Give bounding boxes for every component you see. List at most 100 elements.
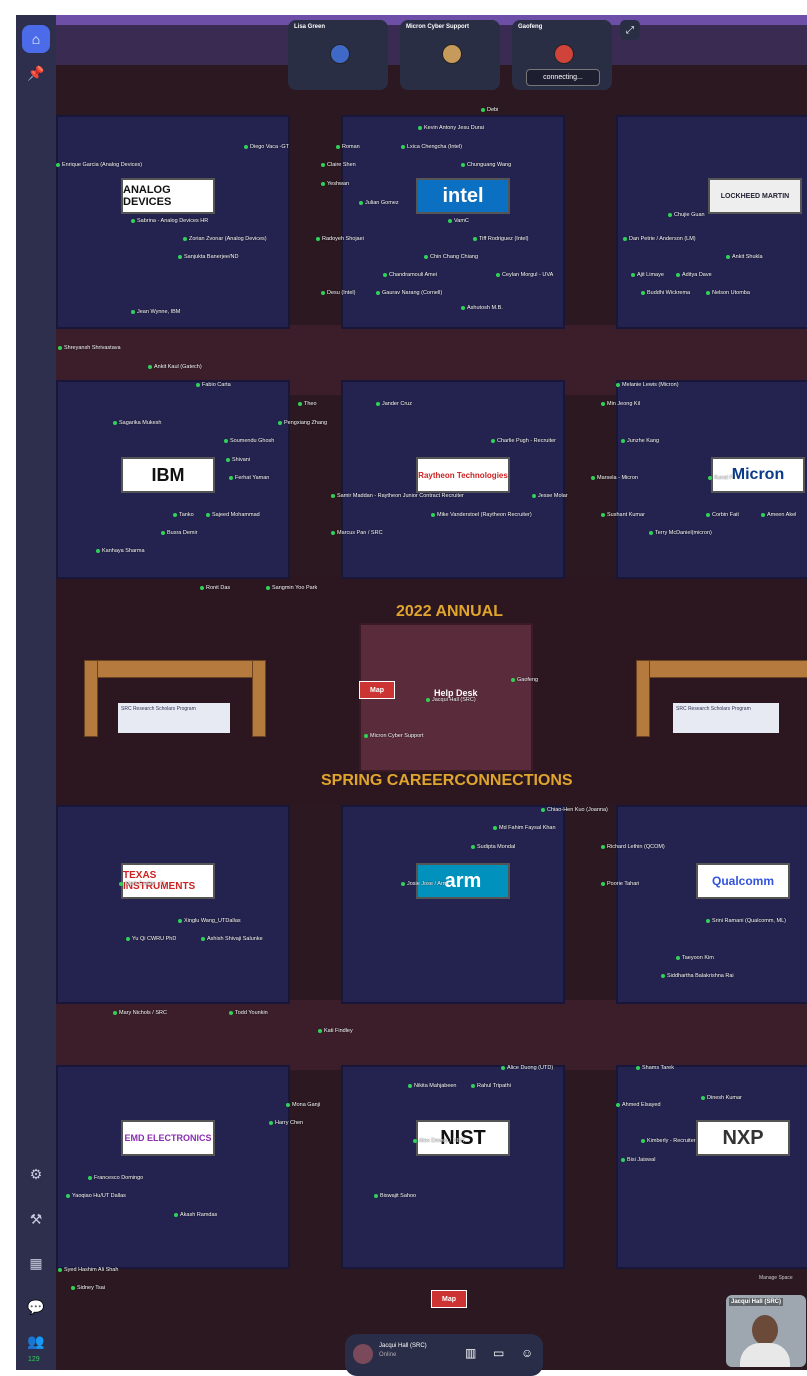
player-tag[interactable]: Ahmed Elsayed <box>616 1102 661 1109</box>
player-tag[interactable]: Soumendu Ghosh <box>224 438 274 445</box>
player-tag[interactable]: Mona Ganji <box>286 1102 320 1109</box>
player-tag[interactable]: Samir Maddan - Raytheon Junior Contract … <box>331 493 464 500</box>
player-tag[interactable]: Nelson Utomba <box>706 290 750 297</box>
player-tag[interactable]: Dan Petrie / Anderson (LM) <box>623 236 696 243</box>
player-tag[interactable]: Busra Demir <box>161 530 198 537</box>
player-tag[interactable]: Siddhartha Balakrishna Rai <box>661 973 734 980</box>
player-tag[interactable]: Josie Jose / Arm <box>401 881 447 888</box>
player-tag[interactable]: Claire Shen <box>321 162 356 169</box>
calendar-icon[interactable]: ▦ <box>22 1249 50 1277</box>
player-tag[interactable]: Kevin Antony Jesu Durai <box>418 125 484 132</box>
player-tag[interactable]: Xinglu Wang_UTDallas <box>178 918 241 925</box>
player-tag[interactable]: Lxica Chengcha (Intel) <box>401 144 462 151</box>
people-icon[interactable]: 👥 <box>22 1327 50 1355</box>
video-tile[interactable]: Micron Cyber Support <box>400 20 500 90</box>
hammer-icon[interactable]: ⚒ <box>22 1205 50 1233</box>
player-tag[interactable]: Yu Qi CWRU PhD <box>126 936 176 943</box>
player-tag[interactable]: Francesco Domingo <box>88 1175 143 1182</box>
self-camera[interactable]: Jacqui Hall (SRC) <box>726 1295 806 1367</box>
player-tag[interactable]: Tiff Rodriguez (Intel) <box>473 236 529 243</box>
player-tag[interactable]: Jacqui Hall (SRC) <box>426 697 476 704</box>
player-tag[interactable]: Harry Chen <box>269 1120 303 1127</box>
manage-space-link[interactable]: Manage Space <box>759 1275 793 1281</box>
player-tag[interactable]: Kimberly - Recruiter <box>641 1138 696 1145</box>
player-tag[interactable]: Chunguang Wang <box>461 162 511 169</box>
player-tag[interactable]: Sudipta Mondal <box>471 844 515 851</box>
map-sign[interactable]: Map <box>359 681 395 699</box>
player-tag[interactable]: Mary Nichols / SRC <box>113 1010 167 1017</box>
player-tag[interactable]: Roman <box>336 144 360 151</box>
player-tag[interactable]: Ashish Shivaji Salunke <box>201 936 263 943</box>
pin-icon[interactable]: 📌 <box>22 59 50 87</box>
player-tag[interactable]: Syed Hashim Ali Shah <box>58 1267 118 1274</box>
player-tag[interactable]: Charlie Pugh - Recruiter <box>491 438 556 445</box>
player-tag[interactable]: Shams Tarek <box>636 1065 674 1072</box>
player-tag[interactable]: Micron Cyber Support <box>364 733 424 740</box>
player-tag[interactable]: Yaoqiao Hu/UT Dallas <box>66 1193 126 1200</box>
player-tag[interactable]: Chujie Guan <box>668 212 705 219</box>
player-tag[interactable]: Chiao-Hen Kuo (Joanna) <box>541 807 608 814</box>
player-tag[interactable]: Sangmin Yoo Park <box>266 585 317 592</box>
player-tag[interactable]: Jesse Molar <box>532 493 568 500</box>
player-tag[interactable]: Radoyeh Shojaei <box>316 236 364 243</box>
player-tag[interactable]: Ronit Das <box>200 585 230 592</box>
emoji-icon[interactable]: ☺ <box>521 1346 533 1360</box>
map-icon[interactable]: ▥ <box>465 1346 476 1360</box>
player-tag[interactable]: Dinesh Kumar <box>701 1095 742 1102</box>
player-tag[interactable]: Enrique Garcia (Analog Devices) <box>56 162 142 169</box>
player-tag[interactable]: Aditya Dave <box>676 272 712 279</box>
player-tag[interactable]: Min Jeong Kil <box>601 401 640 408</box>
player-tag[interactable]: Ashutosh M.B. <box>461 305 503 312</box>
player-tag[interactable]: VamC <box>448 218 469 225</box>
screen-share-icon[interactable]: ▭ <box>493 1346 504 1360</box>
player-tag[interactable]: Shreyansh Shrivastava <box>58 345 121 352</box>
player-tag[interactable]: Alex Dewey / NIST <box>413 1138 465 1145</box>
player-tag[interactable]: Terry McDaniel(micron) <box>649 530 712 537</box>
video-tile[interactable]: Lisa Green <box>288 20 388 90</box>
player-tag[interactable]: Taeyoon Kim <box>676 955 714 962</box>
player-tag[interactable]: Junzhe Kang <box>621 438 659 445</box>
player-tag[interactable]: Corbin Fait <box>706 512 739 519</box>
player-tag[interactable]: Ajit Limaye <box>631 272 664 279</box>
player-tag[interactable]: Theo <box>298 401 317 408</box>
player-tag[interactable]: Chin Chang Chiang <box>424 254 478 261</box>
player-tag[interactable]: Ceylan Morgul - UVA <box>496 272 553 279</box>
player-tag[interactable]: Poorie Tahari <box>601 881 639 888</box>
player-tag[interactable]: Chandramouli Amei <box>383 272 437 279</box>
home-icon[interactable]: ⌂ <box>22 25 50 53</box>
player-tag[interactable]: Debi <box>481 107 498 114</box>
video-tile[interactable]: Gaofeng connecting... <box>512 20 612 90</box>
player-tag[interactable]: Kanhaya Sharma <box>96 548 145 555</box>
player-tag[interactable]: Fabio Carta <box>196 382 231 389</box>
player-tag[interactable]: Shivani <box>226 457 250 464</box>
player-tag[interactable]: Desu (Intel) <box>321 290 355 297</box>
chat-icon[interactable]: 💬 <box>22 1293 50 1321</box>
game-map[interactable]: ANALOG DEVICES intel LOCKHEED MARTIN IBM… <box>56 15 807 1370</box>
player-tag[interactable]: Sabrina - Analog Devices HR <box>131 218 208 225</box>
player-tag[interactable]: Nikita Mahjabeen <box>408 1083 457 1090</box>
map-sign-bottom[interactable]: Map <box>431 1290 467 1308</box>
player-tag[interactable]: Julian Gomez <box>359 200 399 207</box>
player-tag[interactable]: Md Fahim Faysal Khan <box>493 825 556 832</box>
player-tag[interactable]: Sajeed Mohammad <box>206 512 260 519</box>
player-tag[interactable]: Kunal P <box>708 475 733 482</box>
player-tag[interactable]: Sidney Tsai <box>71 1285 105 1292</box>
player-tag[interactable]: Todd Younkin <box>229 1010 268 1017</box>
player-tag[interactable]: Tanko <box>173 512 194 519</box>
player-tag[interactable]: Kati Findley <box>318 1028 353 1035</box>
player-tag[interactable]: Richard Lethin (QCOM) <box>601 844 665 851</box>
player-tag[interactable]: Jean Wynne, IBM <box>131 309 180 316</box>
player-tag[interactable]: Ferhat Yaman <box>229 475 269 482</box>
player-tag[interactable]: Srini Ramani (Qualcomm, ML) <box>706 918 786 925</box>
player-tag[interactable]: Alice Duong (UTD) <box>501 1065 553 1072</box>
player-tag[interactable]: Sagarika Mukesh <box>113 420 162 427</box>
player-tag[interactable]: Pengxiang Zhang <box>278 420 327 427</box>
player-tag[interactable]: Ankit Shukla <box>726 254 763 261</box>
player-tag[interactable]: Gaurav Narang (Cornell) <box>376 290 442 297</box>
player-tag[interactable]: Marcus Pan / SRC <box>331 530 383 537</box>
player-tag[interactable]: Jander Cruz <box>376 401 412 408</box>
player-tag[interactable]: Sanjukta Banerjee/ND <box>178 254 238 261</box>
player-tag[interactable]: Akash Ramdas <box>174 1212 217 1219</box>
player-tag[interactable]: Melanie Lewis (Micron) <box>616 382 679 389</box>
expand-icon[interactable]: ⤢ <box>620 20 640 40</box>
